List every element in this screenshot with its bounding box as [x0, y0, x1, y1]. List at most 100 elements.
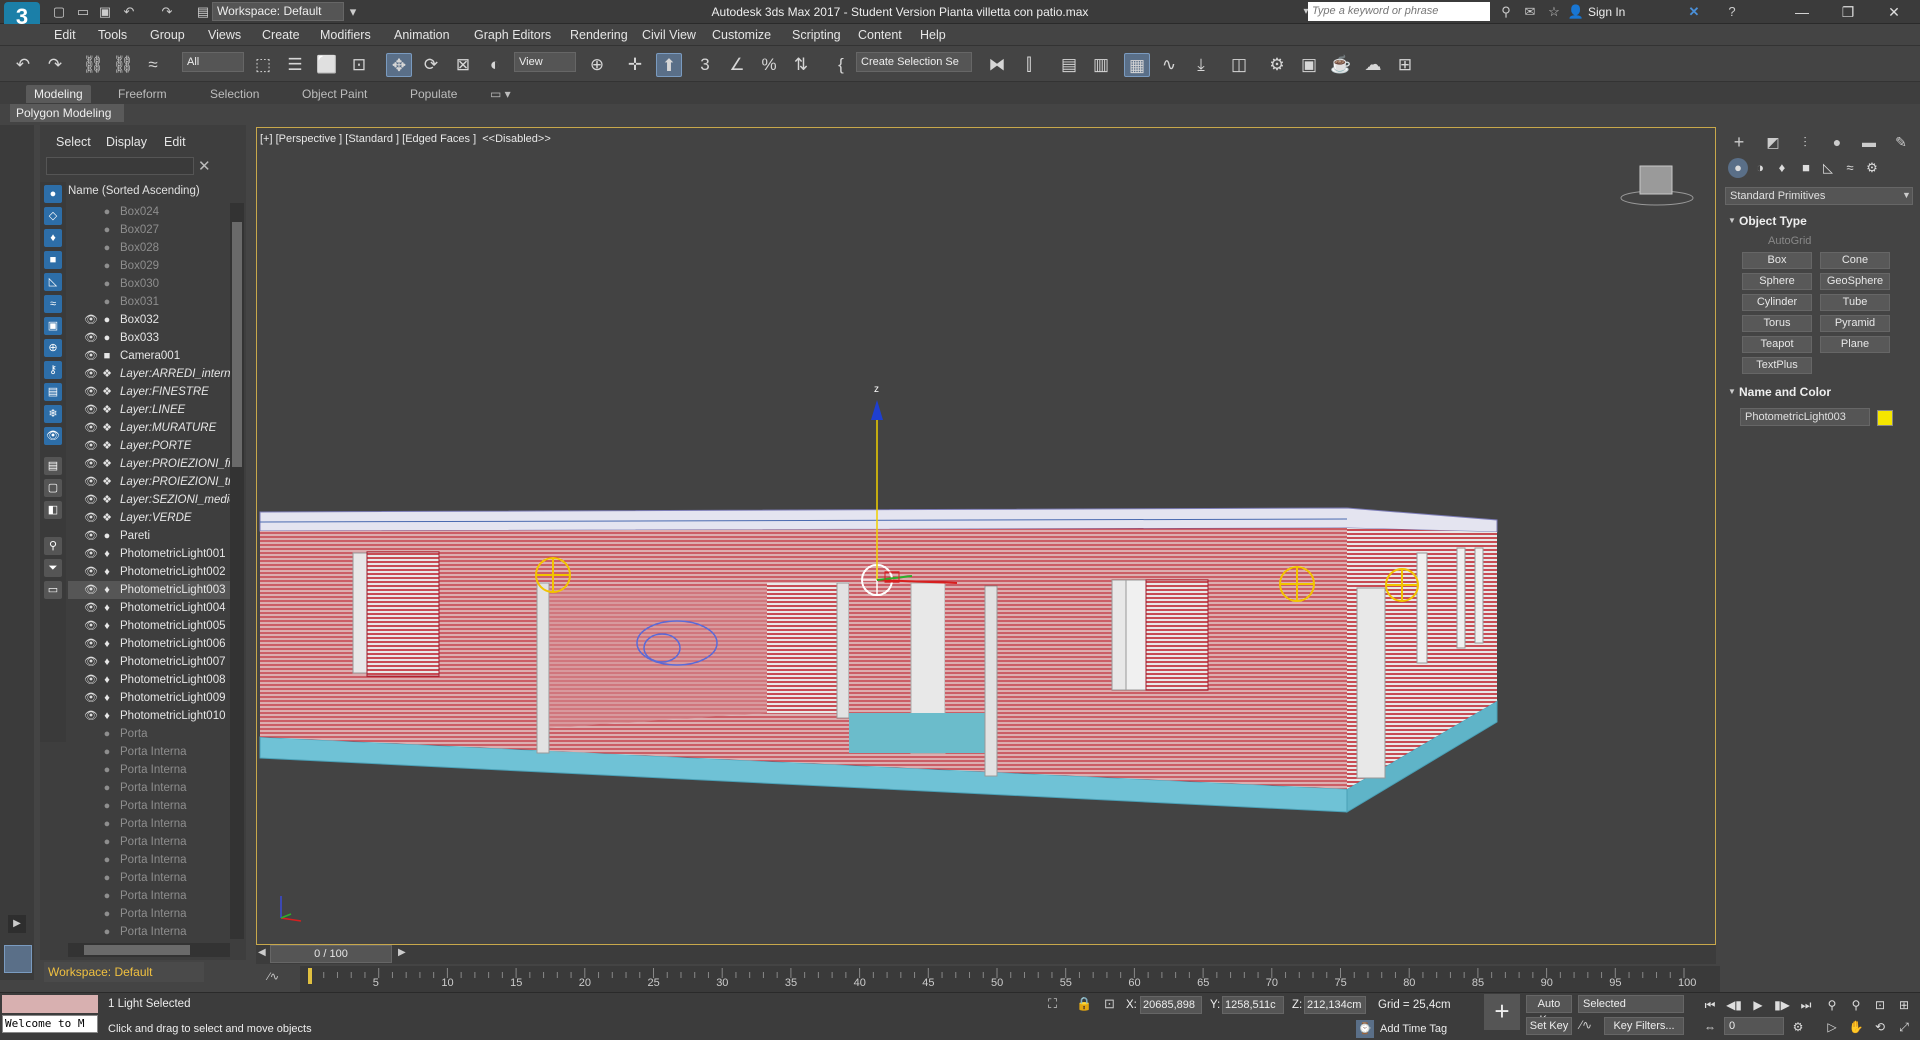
- sign-in-button[interactable]: Sign In: [1588, 2, 1625, 22]
- zoom-icon[interactable]: ⚲: [1822, 996, 1842, 1014]
- scene-list-item[interactable]: 👁 ♦ PhotometricLight001: [68, 545, 230, 563]
- visibility-eye-icon[interactable]: 👁: [84, 581, 98, 599]
- visibility-eye-icon[interactable]: 👁: [84, 707, 98, 725]
- visibility-eye-icon[interactable]: 👁: [84, 599, 98, 617]
- viewport-label-menu[interactable]: [+] [Perspective ] [Standard ] [Edged Fa…: [260, 133, 551, 145]
- mini-curve-editor-icon[interactable]: ⁄∿: [268, 970, 279, 983]
- add-time-tag-button[interactable]: Add Time Tag: [1380, 1023, 1447, 1035]
- keyboard-shortcut-override-icon[interactable]: ⬆: [656, 53, 682, 77]
- undo-icon[interactable]: ↶: [120, 3, 138, 21]
- window-crossing-icon[interactable]: ⊡: [346, 53, 372, 77]
- visibility-eye-icon[interactable]: 👁: [84, 653, 98, 671]
- ribbon-panel-polygon-modeling[interactable]: Polygon Modeling: [10, 104, 124, 122]
- project-folder-icon[interactable]: ▤: [194, 3, 212, 21]
- scene-list-item[interactable]: ● Box029: [68, 257, 230, 275]
- material-editor-icon[interactable]: ◫: [1226, 53, 1252, 77]
- photometric-light-2[interactable]: [1279, 566, 1315, 602]
- zoom-all-icon[interactable]: ⚲: [1846, 996, 1866, 1014]
- menu-scripting[interactable]: Scripting: [792, 28, 841, 42]
- scene-list-item[interactable]: 👁 ❖ Layer:PROIEZIONI_tra: [68, 473, 230, 491]
- scene-list-item[interactable]: ● Porta: [68, 725, 230, 743]
- set-key-button[interactable]: Set Key: [1526, 1017, 1572, 1035]
- photometric-light-1[interactable]: [535, 557, 571, 593]
- toggle-ribbon-icon[interactable]: ▦: [1124, 53, 1150, 77]
- menu-create[interactable]: Create: [262, 28, 300, 42]
- close-icon[interactable]: ✕: [1872, 0, 1916, 24]
- box-button[interactable]: Box: [1742, 252, 1812, 269]
- communication-icon[interactable]: ✉: [1520, 3, 1540, 21]
- visibility-eye-icon[interactable]: 👁: [84, 347, 98, 365]
- field-of-view-icon[interactable]: ▷: [1822, 1018, 1842, 1036]
- display-xrefs-icon[interactable]: ⊕: [44, 339, 62, 357]
- scene-list-item[interactable]: 👁 ❖ Layer:PROIEZIONI_fin: [68, 455, 230, 473]
- display-frozen-icon[interactable]: ❄: [44, 405, 62, 423]
- minimize-icon[interactable]: —: [1780, 0, 1824, 24]
- absolute-mode-transform-icon[interactable]: ⊡: [1104, 996, 1115, 1012]
- workspace-dropdown[interactable]: Workspace: Default: [212, 2, 344, 21]
- view-cube[interactable]: [1620, 165, 1694, 206]
- user-icon[interactable]: 👤: [1566, 3, 1586, 21]
- cone-button[interactable]: Cone: [1820, 252, 1890, 269]
- scene-list-item[interactable]: 👁 ❖ Layer:FINESTRE: [68, 383, 230, 401]
- scene-list-item[interactable]: ● Porta Interna: [68, 923, 230, 938]
- primitive-type-dropdown[interactable]: Standard Primitives: [1725, 187, 1913, 205]
- scene-list-item[interactable]: ● Porta Interna: [68, 761, 230, 779]
- menu-views[interactable]: Views: [208, 28, 241, 42]
- find-case-icon[interactable]: ⚲: [44, 537, 62, 555]
- filter-icon[interactable]: ⏷: [44, 559, 62, 577]
- select-and-move-icon[interactable]: ✥: [386, 53, 412, 77]
- display-hidden-icon[interactable]: 👁: [44, 427, 62, 445]
- cylinder-button[interactable]: Cylinder: [1742, 294, 1812, 311]
- select-and-place-icon[interactable]: ◐: [482, 53, 508, 77]
- scene-list-scroll-thumb[interactable]: [232, 222, 242, 467]
- zoom-extents-icon[interactable]: ⊡: [1870, 996, 1890, 1014]
- menu-civil-view[interactable]: Civil View: [642, 28, 696, 42]
- sphere-button[interactable]: Sphere: [1742, 273, 1812, 290]
- unlink-icon[interactable]: ⛓: [110, 53, 136, 77]
- zoom-extents-all-icon[interactable]: ⊞: [1894, 996, 1914, 1014]
- ribbon-options-icon[interactable]: ▭ ▾: [490, 85, 511, 103]
- space-warps-category-icon[interactable]: ≈: [1840, 158, 1860, 178]
- select-by-name-icon[interactable]: ☰: [282, 53, 308, 77]
- display-cameras-icon[interactable]: ■: [44, 251, 62, 269]
- scene-list-item[interactable]: 👁 ♦ PhotometricLight005: [68, 617, 230, 635]
- scene-list-item[interactable]: ● Box031: [68, 293, 230, 311]
- scene-list-item[interactable]: ● Porta Interna: [68, 887, 230, 905]
- teapot-button[interactable]: Teapot: [1742, 336, 1812, 353]
- visibility-eye-icon[interactable]: 👁: [84, 491, 98, 509]
- perspective-viewport[interactable]: z: [256, 127, 1716, 945]
- cameras-category-icon[interactable]: ■: [1796, 158, 1816, 178]
- scene-list-item[interactable]: ● Porta Interna: [68, 869, 230, 887]
- scene-list-item[interactable]: ● Porta Interna: [68, 851, 230, 869]
- snaps-toggle-icon[interactable]: 3: [692, 53, 718, 77]
- menu-edit[interactable]: Edit: [54, 28, 76, 42]
- maximize-viewport-icon[interactable]: ⤢: [1894, 1018, 1914, 1036]
- scene-list-item[interactable]: ● Porta Interna: [68, 815, 230, 833]
- go-to-end-icon[interactable]: ⏭: [1796, 996, 1816, 1014]
- binoculars-icon[interactable]: ⚲: [1496, 3, 1516, 21]
- geosphere-button[interactable]: GeoSphere: [1820, 273, 1890, 290]
- scene-list-item[interactable]: 👁 ❖ Layer:SEZIONI_medie: [68, 491, 230, 509]
- key-filters-button[interactable]: Key Filters...: [1604, 1017, 1684, 1035]
- key-filter-icon[interactable]: ⁄∿: [1580, 1018, 1592, 1032]
- select-and-link-icon[interactable]: ⛓: [80, 53, 106, 77]
- maxscript-listener-input[interactable]: Welcome to M: [2, 1015, 98, 1033]
- motion-tab-icon[interactable]: ●: [1826, 131, 1848, 153]
- scene-list-hscroll-thumb[interactable]: [84, 945, 190, 955]
- modify-tab-icon[interactable]: ◩: [1762, 131, 1784, 153]
- pyramid-button[interactable]: Pyramid: [1820, 315, 1890, 332]
- create-tab-plus-icon[interactable]: +: [1728, 131, 1750, 153]
- angle-snap-icon[interactable]: ∠: [724, 53, 750, 77]
- scene-list-item[interactable]: 👁 ♦ PhotometricLight007: [68, 653, 230, 671]
- save-file-icon[interactable]: ▣: [96, 3, 114, 21]
- y-coordinate-field[interactable]: 1258,511c: [1222, 996, 1284, 1014]
- previous-frame-icon[interactable]: ◀▮: [1724, 996, 1744, 1014]
- visibility-eye-icon[interactable]: 👁: [84, 437, 98, 455]
- scene-list-item[interactable]: ● Box027: [68, 221, 230, 239]
- scene-list-item[interactable]: ● Porta Interna: [68, 797, 230, 815]
- x-coordinate-field[interactable]: 20685,898: [1140, 996, 1202, 1014]
- scene-list-item[interactable]: 👁 ● Box033: [68, 329, 230, 347]
- rendered-frame-window-icon[interactable]: ▣: [1296, 53, 1322, 77]
- visibility-eye-icon[interactable]: 👁: [84, 671, 98, 689]
- scene-explorer-tab-select[interactable]: Select: [56, 135, 91, 149]
